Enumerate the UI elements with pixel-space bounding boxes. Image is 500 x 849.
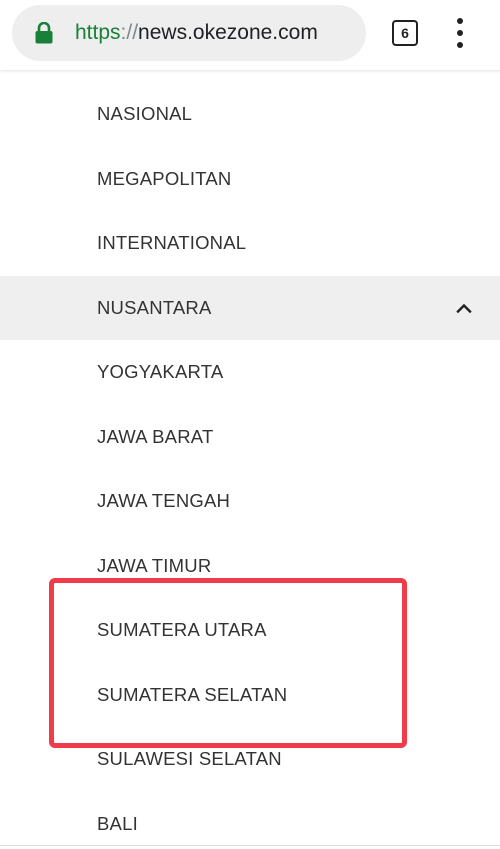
- nav-item-label: YOGYAKARTA: [97, 361, 224, 382]
- page: https://news.okezone.com 6 NASIONAL MEGA…: [0, 0, 500, 849]
- tab-switcher-button[interactable]: 6: [392, 20, 418, 46]
- nav-item-sumatera-selatan[interactable]: SUMATERA SELATAN: [0, 663, 500, 728]
- nav-item-nasional[interactable]: NASIONAL: [0, 82, 500, 147]
- nav-item-sumatera-utara[interactable]: SUMATERA UTARA: [0, 598, 500, 663]
- nav-item-label: NASIONAL: [97, 103, 193, 124]
- nav-item-label: SUMATERA SELATAN: [97, 683, 288, 705]
- nav-item-jawa-timur[interactable]: JAWA TIMUR: [0, 534, 500, 599]
- menu-dot: [457, 18, 463, 24]
- nav-item-label: INTERNATIONAL: [97, 232, 247, 253]
- lock-icon[interactable]: [34, 22, 54, 44]
- nav-item-label: NUSANTARA: [97, 296, 212, 318]
- nav-item-sulawesi-selatan[interactable]: SULAWESI SELATAN: [0, 727, 500, 792]
- nav-item-label: BALI: [97, 812, 138, 834]
- nav-item-label: JAWA TENGAH: [97, 490, 231, 511]
- nav-item-label: SULAWESI SELATAN: [97, 748, 282, 769]
- divider: [0, 845, 500, 846]
- nav-item-label: MEGAPOLITAN: [97, 167, 232, 189]
- nav-item-bali[interactable]: BALI: [0, 792, 500, 849]
- menu-dot: [457, 30, 463, 36]
- more-vert-icon[interactable]: [450, 16, 470, 50]
- chevron-up-icon[interactable]: [456, 300, 472, 316]
- nav-item-international[interactable]: INTERNATIONAL: [0, 211, 500, 276]
- nav-item-yogyakarta[interactable]: YOGYAKARTA: [0, 340, 500, 405]
- nav-item-label: SUMATERA UTARA: [97, 619, 267, 640]
- nav-menu: NASIONAL MEGAPOLITAN INTERNATIONAL NUSAN…: [0, 82, 500, 849]
- url-host: news.okezone.com: [138, 21, 318, 44]
- nav-item-jawa-barat[interactable]: JAWA BARAT: [0, 405, 500, 470]
- nav-item-megapolitan[interactable]: MEGAPOLITAN: [0, 147, 500, 212]
- url-text[interactable]: https://news.okezone.com: [75, 5, 318, 61]
- menu-dot: [457, 42, 463, 48]
- url-bar[interactable]: https://news.okezone.com: [12, 5, 366, 61]
- nav-item-label: JAWA BARAT: [97, 425, 214, 447]
- nav-item-nusantara[interactable]: NUSANTARA: [0, 275, 500, 340]
- url-scheme: https: [75, 21, 121, 44]
- url-separator: ://: [120, 21, 139, 44]
- nav-item-label: JAWA TIMUR: [97, 554, 212, 576]
- browser-toolbar: https://news.okezone.com 6: [0, 0, 500, 70]
- nav-item-jawa-tengah[interactable]: JAWA TENGAH: [0, 469, 500, 534]
- tab-count: 6: [401, 25, 409, 41]
